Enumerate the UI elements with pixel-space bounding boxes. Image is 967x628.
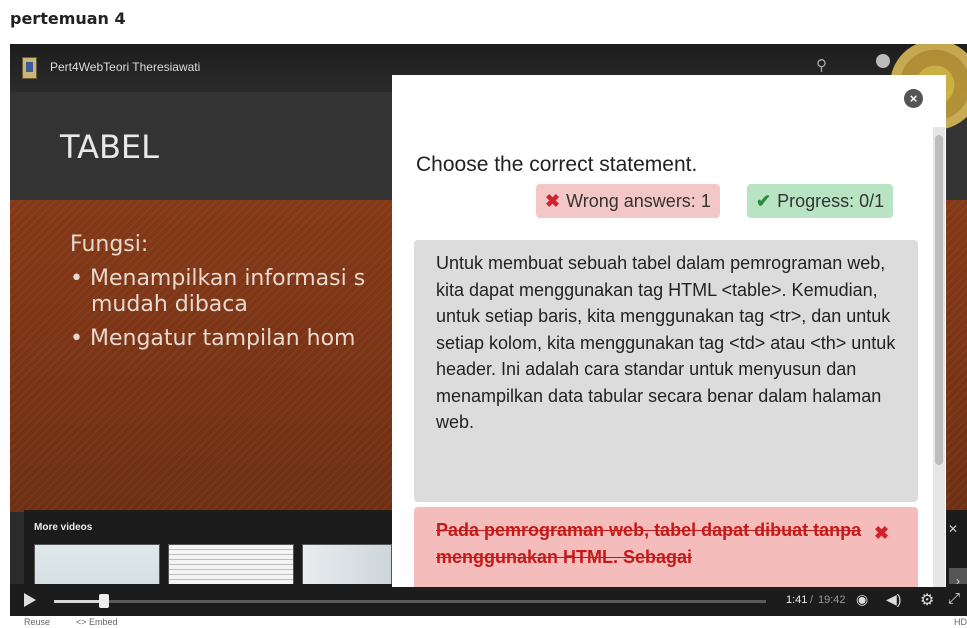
video-title[interactable]: Pert4WebTeori Theresiawati [50,60,200,74]
clock-icon[interactable] [876,54,890,68]
quiz-dialog: × Choose the correct statement. ✖ Wrong a… [392,75,946,587]
volume-icon[interactable]: ◀) [886,591,901,608]
seek-bar[interactable] [54,594,766,608]
answer-option-wrong[interactable]: Pada pemrograman web, tabel dapat dibuat… [414,507,918,587]
player-footer: Reuse <> Embed HD [10,616,967,628]
hd-label[interactable]: HD [954,617,967,627]
wrong-answers-text: Wrong answers: 1 [566,191,711,211]
slide-title: TABEL [60,128,159,166]
answer-option[interactable]: Untuk membuat sebuah tabel dalam pemrogr… [414,240,918,502]
close-icon[interactable]: × [904,89,923,108]
quiz-scrollbar[interactable] [933,127,945,587]
seek-played [54,600,104,603]
slide-bullet-1-cont: mudah dibaca [91,292,248,317]
search-icon[interactable]: ⚲ [816,56,827,74]
channel-logo[interactable] [22,57,37,79]
slide-bullet-1: Menampilkan informasi s [70,266,365,292]
close-icon[interactable]: ✕ [948,522,958,536]
x-icon: ✖ [874,523,890,543]
check-icon: ✔ [756,191,772,211]
embed-link[interactable]: <> Embed [76,617,118,627]
player-controls: 1:41 / 19:42 ◉ ◀) ⚙ ⤢ [10,584,967,616]
x-icon: ✖ [545,191,561,211]
fullscreen-icon[interactable]: ⤢ [948,590,960,607]
slide-bullet-2: Mengatur tampilan hom [70,326,365,352]
wrong-answers-badge: ✖ Wrong answers: 1 [536,184,720,218]
progress-text: Progress: 0/1 [777,191,885,211]
quiz-question: Choose the correct statement. [416,153,698,176]
more-videos-label: More videos [34,522,93,533]
time-separator: / [810,594,814,606]
slide-body: Fungsi: Menampilkan informasi s mudah di… [70,232,365,352]
time-current: 1:41 [786,594,808,606]
progress-badge: ✔ Progress: 0/1 [747,184,894,218]
time-total: 19:42 [818,594,846,606]
page-heading: pertemuan 4 [10,9,126,28]
slide-label: Fungsi: [70,232,149,257]
seek-handle[interactable] [99,594,109,608]
gear-icon[interactable]: ⚙ [920,590,934,610]
speed-icon[interactable]: ◉ [856,591,868,608]
quiz-scrollbar-thumb[interactable] [935,135,943,465]
reuse-link[interactable]: Reuse [24,617,50,627]
play-icon[interactable] [24,593,36,607]
